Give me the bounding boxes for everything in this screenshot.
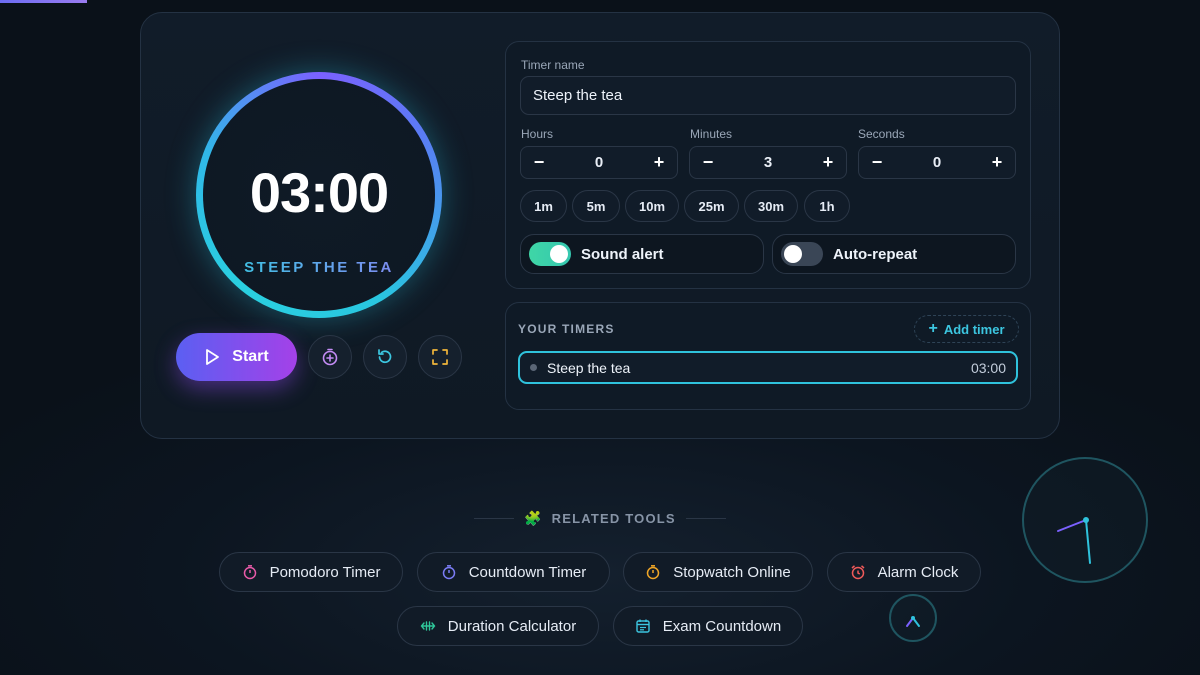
related-tools-heading: 🧩 RELATED TOOLS (470, 510, 730, 527)
hours-decrement-button[interactable]: − (521, 152, 557, 173)
minutes-stepper: − 3 + (689, 146, 847, 179)
arrows-icon (420, 621, 436, 631)
preset-button[interactable]: 1h (804, 190, 850, 222)
auto-repeat-toggle[interactable]: Auto-repeat (772, 234, 1016, 274)
your-timers-title: YOUR TIMERS (518, 322, 615, 336)
timer-name-input[interactable] (520, 76, 1016, 115)
related-tools-title: RELATED TOOLS (551, 511, 676, 526)
auto-repeat-label: Auto-repeat (833, 245, 918, 263)
clock-hands-icon (1057, 517, 1091, 564)
minutes-increment-button[interactable]: + (810, 152, 846, 173)
minutes-value[interactable]: 3 (764, 154, 772, 171)
seconds-decrement-button[interactable]: − (859, 152, 895, 173)
seconds-label: Seconds (858, 127, 905, 141)
timer-plus-icon (322, 348, 338, 366)
preset-button[interactable]: 5m (572, 190, 620, 222)
chip-label: Countdown Timer (468, 563, 587, 581)
auto-repeat-switch[interactable] (781, 242, 823, 266)
add-time-button[interactable] (308, 335, 352, 379)
minutes-decrement-button[interactable]: − (690, 152, 726, 173)
seconds-increment-button[interactable]: + (979, 152, 1015, 173)
related-tool-pomodoro[interactable]: Pomodoro Timer (219, 552, 403, 592)
chip-label: Pomodoro Timer (269, 563, 381, 581)
minutes-label: Minutes (690, 127, 733, 141)
sound-alert-switch[interactable] (529, 242, 571, 266)
play-icon (206, 349, 220, 365)
divider (685, 518, 726, 519)
add-timer-button[interactable]: + Add timer (914, 315, 1019, 343)
preset-button[interactable]: 30m (744, 190, 798, 222)
alarm-clock-icon (851, 565, 865, 580)
chip-label: Stopwatch Online (673, 563, 791, 581)
add-timer-label: Add timer (943, 321, 1005, 337)
sound-alert-toggle[interactable]: Sound alert (520, 234, 764, 274)
fullscreen-icon (432, 349, 448, 365)
stopwatch-icon (243, 565, 256, 580)
related-tool-stopwatch[interactable]: Stopwatch Online (623, 552, 813, 592)
stopwatch-icon (442, 565, 455, 580)
divider (474, 518, 515, 519)
related-tool-countdown[interactable]: Countdown Timer (417, 552, 610, 592)
reset-icon (378, 349, 392, 364)
sound-alert-label: Sound alert (581, 245, 664, 263)
hours-stepper: − 0 + (520, 146, 678, 179)
seconds-value[interactable]: 0 (933, 154, 941, 171)
chip-label: Exam Countdown (662, 617, 782, 635)
timer-name-display: STEEP THE TEA (196, 259, 442, 276)
clock-hands-icon (906, 616, 920, 627)
fullscreen-button[interactable] (418, 335, 462, 379)
timer-item-name: Steep the tea (547, 359, 631, 376)
start-label: Start (232, 348, 269, 365)
related-tool-alarm[interactable]: Alarm Clock (827, 552, 981, 592)
seconds-stepper: − 0 + (858, 146, 1016, 179)
preset-button[interactable]: 1m (520, 190, 567, 222)
timer-name-label: Timer name (521, 58, 585, 72)
calendar-icon (636, 619, 650, 633)
stopwatch-icon (646, 565, 660, 580)
timer-list-item[interactable]: Steep the tea 03:00 (518, 351, 1018, 384)
start-button[interactable]: Start (176, 333, 297, 381)
hours-increment-button[interactable]: + (641, 152, 677, 173)
puzzle-icon: 🧩 (524, 510, 542, 526)
top-progress-accent (0, 0, 87, 3)
hours-value[interactable]: 0 (595, 154, 603, 171)
decorative-clock (1022, 457, 1148, 583)
preset-button[interactable]: 10m (625, 190, 679, 222)
time-display: 03:00 (249, 161, 389, 224)
status-dot (530, 364, 537, 371)
plus-icon: + (928, 320, 938, 337)
related-tool-duration[interactable]: Duration Calculator (397, 606, 599, 646)
preset-button[interactable]: 25m (684, 190, 739, 222)
decorative-clock-small (889, 594, 937, 642)
related-tool-exam[interactable]: Exam Countdown (613, 606, 803, 646)
timer-item-time: 03:00 (970, 359, 1006, 376)
chip-label: Duration Calculator (447, 617, 577, 635)
hours-label: Hours (521, 127, 554, 141)
chip-label: Alarm Clock (877, 563, 959, 581)
reset-button[interactable] (363, 335, 407, 379)
